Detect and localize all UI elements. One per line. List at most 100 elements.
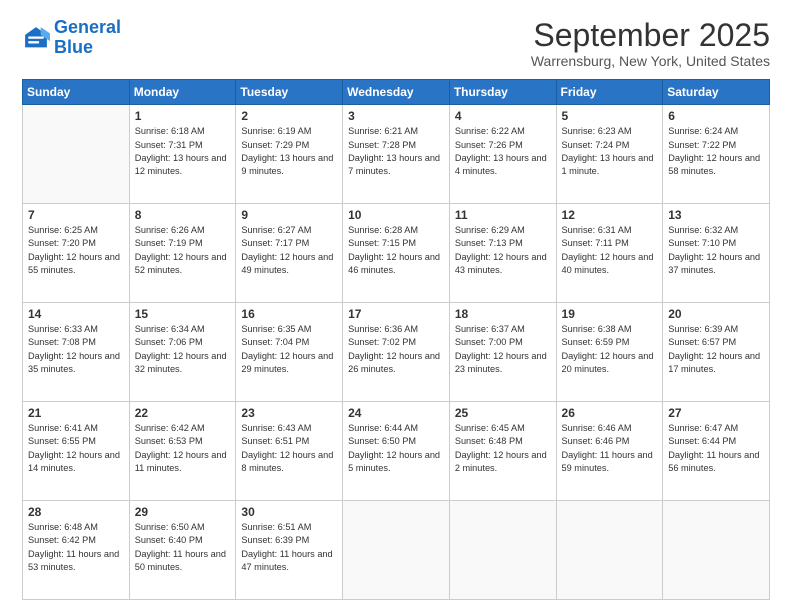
table-row: 2 Sunrise: 6:19 AMSunset: 7:29 PMDaylight… (236, 105, 343, 204)
day-info: Sunrise: 6:25 AMSunset: 7:20 PMDaylight:… (28, 224, 124, 277)
col-thursday: Thursday (449, 80, 556, 105)
day-info: Sunrise: 6:43 AMSunset: 6:51 PMDaylight:… (241, 422, 337, 475)
day-info: Sunrise: 6:36 AMSunset: 7:02 PMDaylight:… (348, 323, 444, 376)
page: General Blue September 2025 Warrensburg,… (0, 0, 792, 612)
col-friday: Friday (556, 80, 663, 105)
table-row: 18Sunrise: 6:37 AMSunset: 7:00 PMDayligh… (449, 303, 556, 402)
day-info: Sunrise: 6:27 AMSunset: 7:17 PMDaylight:… (241, 224, 337, 277)
col-sunday: Sunday (23, 80, 130, 105)
day-number: 10 (348, 208, 444, 222)
day-number: 8 (135, 208, 231, 222)
day-info: Sunrise: 6:45 AMSunset: 6:48 PMDaylight:… (455, 422, 551, 475)
day-info: Sunrise: 6:50 AMSunset: 6:40 PMDaylight:… (135, 521, 231, 574)
table-row: 10 Sunrise: 6:28 AMSunset: 7:15 PMDayligh… (343, 204, 450, 303)
day-info: Sunrise: 6:51 AMSunset: 6:39 PMDaylight:… (241, 521, 337, 574)
col-saturday: Saturday (663, 80, 770, 105)
table-row: 27Sunrise: 6:47 AMSunset: 6:44 PMDayligh… (663, 402, 770, 501)
calendar-week-row: 21 Sunrise: 6:41 AMSunset: 6:55 PMDayligh… (23, 402, 770, 501)
calendar-week-row: 14 Sunrise: 6:33 AMSunset: 7:08 PMDayligh… (23, 303, 770, 402)
day-info: Sunrise: 6:48 AMSunset: 6:42 PMDaylight:… (28, 521, 124, 574)
table-row: 19 Sunrise: 6:38 AMSunset: 6:59 PMDayligh… (556, 303, 663, 402)
day-number: 26 (562, 406, 658, 420)
calendar-week-row: 1 Sunrise: 6:18 AMSunset: 7:31 PMDaylight… (23, 105, 770, 204)
day-info: Sunrise: 6:29 AMSunset: 7:13 PMDaylight:… (455, 224, 551, 277)
table-row: 14 Sunrise: 6:33 AMSunset: 7:08 PMDayligh… (23, 303, 130, 402)
day-info: Sunrise: 6:32 AMSunset: 7:10 PMDaylight:… (668, 224, 764, 277)
table-row: 21 Sunrise: 6:41 AMSunset: 6:55 PMDayligh… (23, 402, 130, 501)
logo-line1: General (54, 17, 121, 37)
day-info: Sunrise: 6:41 AMSunset: 6:55 PMDaylight:… (28, 422, 124, 475)
col-tuesday: Tuesday (236, 80, 343, 105)
logo-text: General Blue (54, 18, 121, 58)
table-row: 9 Sunrise: 6:27 AMSunset: 7:17 PMDaylight… (236, 204, 343, 303)
table-row (663, 501, 770, 600)
table-row: 30 Sunrise: 6:51 AMSunset: 6:39 PMDayligh… (236, 501, 343, 600)
day-number: 21 (28, 406, 124, 420)
day-number: 25 (455, 406, 551, 420)
table-row (343, 501, 450, 600)
day-number: 14 (28, 307, 124, 321)
day-info: Sunrise: 6:35 AMSunset: 7:04 PMDaylight:… (241, 323, 337, 376)
day-info: Sunrise: 6:38 AMSunset: 6:59 PMDaylight:… (562, 323, 658, 376)
day-number: 9 (241, 208, 337, 222)
table-row: 4 Sunrise: 6:22 AMSunset: 7:26 PMDaylight… (449, 105, 556, 204)
table-row: 23Sunrise: 6:43 AMSunset: 6:51 PMDayligh… (236, 402, 343, 501)
day-number: 20 (668, 307, 764, 321)
day-number: 29 (135, 505, 231, 519)
day-number: 7 (28, 208, 124, 222)
day-number: 19 (562, 307, 658, 321)
day-number: 1 (135, 109, 231, 123)
day-info: Sunrise: 6:19 AMSunset: 7:29 PMDaylight:… (241, 125, 337, 178)
table-row: 28Sunrise: 6:48 AMSunset: 6:42 PMDayligh… (23, 501, 130, 600)
day-info: Sunrise: 6:34 AMSunset: 7:06 PMDaylight:… (135, 323, 231, 376)
day-number: 15 (135, 307, 231, 321)
day-number: 11 (455, 208, 551, 222)
day-number: 17 (348, 307, 444, 321)
day-number: 27 (668, 406, 764, 420)
table-row: 1 Sunrise: 6:18 AMSunset: 7:31 PMDaylight… (129, 105, 236, 204)
logo-icon (22, 24, 50, 52)
day-info: Sunrise: 6:18 AMSunset: 7:31 PMDaylight:… (135, 125, 231, 178)
table-row: 24Sunrise: 6:44 AMSunset: 6:50 PMDayligh… (343, 402, 450, 501)
location: Warrensburg, New York, United States (531, 53, 770, 69)
day-number: 5 (562, 109, 658, 123)
table-row: 26 Sunrise: 6:46 AMSunset: 6:46 PMDayligh… (556, 402, 663, 501)
day-info: Sunrise: 6:24 AMSunset: 7:22 PMDaylight:… (668, 125, 764, 178)
table-row: 16 Sunrise: 6:35 AMSunset: 7:04 PMDayligh… (236, 303, 343, 402)
logo-line2: Blue (54, 37, 93, 57)
table-row (556, 501, 663, 600)
table-row: 13 Sunrise: 6:32 AMSunset: 7:10 PMDayligh… (663, 204, 770, 303)
day-info: Sunrise: 6:28 AMSunset: 7:15 PMDaylight:… (348, 224, 444, 277)
calendar-week-row: 28Sunrise: 6:48 AMSunset: 6:42 PMDayligh… (23, 501, 770, 600)
day-info: Sunrise: 6:26 AMSunset: 7:19 PMDaylight:… (135, 224, 231, 277)
table-row: 3Sunrise: 6:21 AMSunset: 7:28 PMDaylight… (343, 105, 450, 204)
title-block: September 2025 Warrensburg, New York, Un… (531, 18, 770, 69)
day-info: Sunrise: 6:46 AMSunset: 6:46 PMDaylight:… (562, 422, 658, 475)
day-number: 16 (241, 307, 337, 321)
day-info: Sunrise: 6:42 AMSunset: 6:53 PMDaylight:… (135, 422, 231, 475)
day-number: 22 (135, 406, 231, 420)
calendar-week-row: 7 Sunrise: 6:25 AMSunset: 7:20 PMDaylight… (23, 204, 770, 303)
day-info: Sunrise: 6:23 AMSunset: 7:24 PMDaylight:… (562, 125, 658, 178)
day-info: Sunrise: 6:31 AMSunset: 7:11 PMDaylight:… (562, 224, 658, 277)
calendar-header-row: Sunday Monday Tuesday Wednesday Thursday… (23, 80, 770, 105)
day-number: 4 (455, 109, 551, 123)
table-row (449, 501, 556, 600)
day-number: 12 (562, 208, 658, 222)
table-row: 6Sunrise: 6:24 AMSunset: 7:22 PMDaylight… (663, 105, 770, 204)
col-monday: Monday (129, 80, 236, 105)
day-info: Sunrise: 6:33 AMSunset: 7:08 PMDaylight:… (28, 323, 124, 376)
day-number: 24 (348, 406, 444, 420)
day-number: 13 (668, 208, 764, 222)
logo: General Blue (22, 18, 121, 58)
col-wednesday: Wednesday (343, 80, 450, 105)
day-info: Sunrise: 6:22 AMSunset: 7:26 PMDaylight:… (455, 125, 551, 178)
table-row: 20 Sunrise: 6:39 AMSunset: 6:57 PMDayligh… (663, 303, 770, 402)
calendar-table: Sunday Monday Tuesday Wednesday Thursday… (22, 79, 770, 600)
day-number: 2 (241, 109, 337, 123)
day-info: Sunrise: 6:21 AMSunset: 7:28 PMDaylight:… (348, 125, 444, 178)
day-info: Sunrise: 6:39 AMSunset: 6:57 PMDaylight:… (668, 323, 764, 376)
day-number: 30 (241, 505, 337, 519)
table-row: 12 Sunrise: 6:31 AMSunset: 7:11 PMDayligh… (556, 204, 663, 303)
day-number: 18 (455, 307, 551, 321)
